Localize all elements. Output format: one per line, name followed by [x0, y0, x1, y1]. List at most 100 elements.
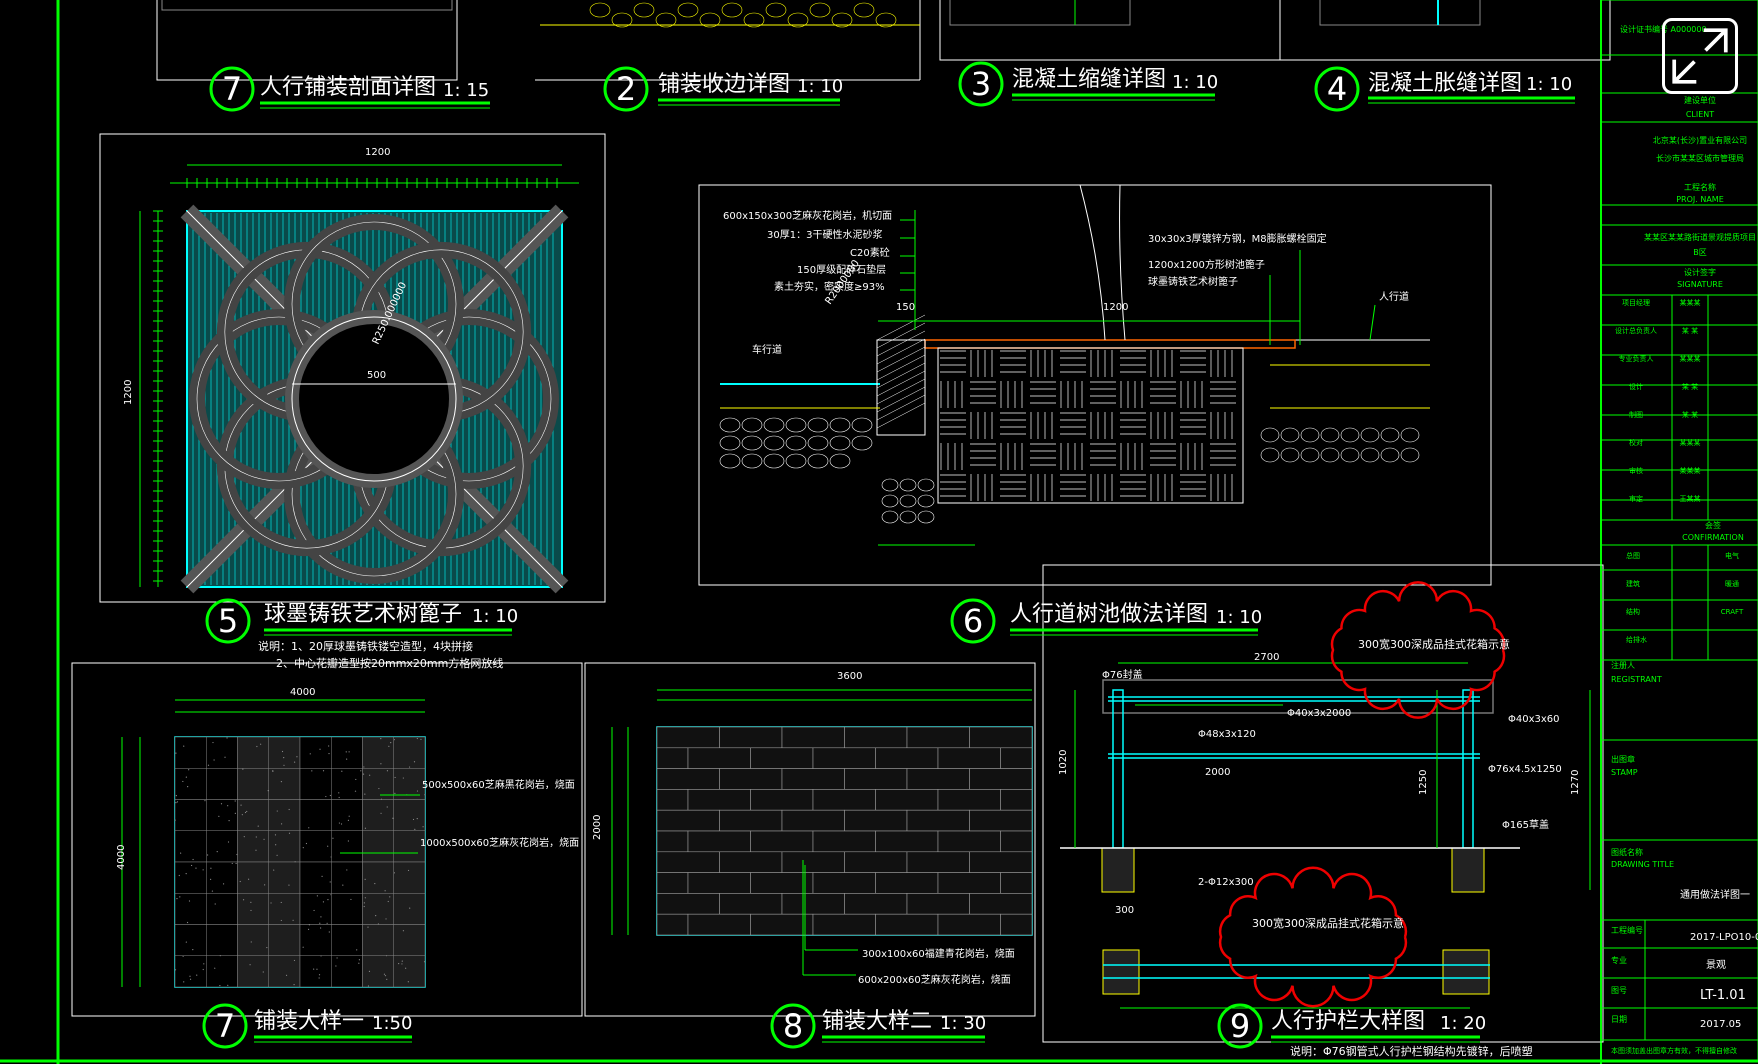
- tb-proj-cn: 工程名称: [1684, 182, 1716, 192]
- tb-drawno: LT-1.01: [1700, 988, 1746, 1003]
- detail-6-title: 人行道树池做法详图: [1010, 602, 1208, 627]
- grate-dim-500: 500: [367, 370, 386, 381]
- detail-5-scale: 1: 10: [472, 606, 518, 627]
- tb-client-name-1: 北京某(长沙)置业有限公司: [1653, 135, 1747, 145]
- detail-6-scale: 1: 10: [1216, 607, 1262, 628]
- sec6-label-2: C20素砼: [850, 246, 890, 259]
- detail-5-note-1: 说明：1、20厚球墨铸铁镂空造型，4块拼接: [258, 639, 473, 653]
- tb-role: 设计: [1629, 382, 1643, 391]
- detail-9-scale: 1: 20: [1440, 1013, 1486, 1034]
- tb-sig-en: SIGNATURE: [1677, 280, 1723, 289]
- tb-registrant-en: REGISTRANT: [1611, 675, 1662, 684]
- detail-9-title: 人行护栏大样图: [1271, 1009, 1425, 1034]
- tb-confirm-row: 给排水: [1626, 635, 1647, 644]
- tb-registrant-cn: 注册人: [1611, 660, 1635, 670]
- detail-8-scale: 1: 30: [940, 1013, 986, 1034]
- railing-detail: [1043, 565, 1603, 1042]
- tb-role-name: 某某某: [1680, 439, 1701, 447]
- grate-dim-left: 1200: [123, 380, 134, 405]
- detail-5-title: 球墨铸铁艺术树篦子: [264, 602, 462, 627]
- rail-label-7: 2-Φ12x300: [1198, 877, 1254, 888]
- tb-role-name: 某 某: [1682, 327, 1698, 335]
- tb-role-name: 某 某: [1682, 383, 1698, 391]
- tb-confirm-right: 电气: [1725, 551, 1739, 560]
- tb-proj-sub: B区: [1693, 248, 1707, 257]
- rail-cloud-1-text: 300宽300深成品挂式花箱示意: [1358, 637, 1510, 651]
- rail-cloud-2-text: 300宽300深成品挂式花箱示意: [1252, 916, 1404, 930]
- detail-6-number: 6: [963, 602, 983, 640]
- detail-5-note-2: 2、中心花瓣造型按20mmx20mm方格网放线: [276, 656, 503, 670]
- pave7-label-2: 1000x500x60芝麻灰花岗岩，烧面: [420, 836, 579, 849]
- sec6-label-right-3: 球墨铸铁艺术树篦子: [1148, 275, 1238, 288]
- pave8-label-2: 600x200x60芝麻灰花岗岩，烧面: [858, 973, 1011, 986]
- detail-1-title: 人行铺装剖面详图: [260, 75, 436, 100]
- tb-role-name: 某某某: [1680, 467, 1701, 475]
- railing-labels: Φ76封盖 Φ40x3x2000 Φ48x3x120 2000 Φ40x3x60…: [1058, 637, 1581, 930]
- detail-2-title: 铺装收边详图: [658, 72, 790, 97]
- detail-9-note: 说明：Φ76钢管式人行护栏钢结构先镀锌，后喷塑: [1290, 1044, 1533, 1058]
- expand-icon[interactable]: [1662, 18, 1738, 94]
- tb-stamp-en: STAMP: [1611, 768, 1638, 777]
- tb-major-label: 专业: [1611, 955, 1627, 965]
- detail-4-number: 4: [1327, 70, 1347, 108]
- detail-8-title: 铺装大样二: [822, 1009, 932, 1034]
- tb-role: 项目经理: [1622, 298, 1650, 307]
- rail-label-3: 2000: [1205, 767, 1230, 778]
- pave8-dim-left: 2000: [592, 815, 603, 840]
- tb-major: 景观: [1706, 959, 1726, 971]
- rail-label-8: 2700: [1254, 652, 1279, 663]
- tb-role: 审核: [1629, 466, 1643, 475]
- rail-label-6: Φ165草盖: [1502, 818, 1549, 831]
- tb-role: 校对: [1629, 438, 1643, 447]
- rail-label-2: Φ48x3x120: [1198, 729, 1256, 740]
- rail-label-4: Φ40x3x60: [1508, 714, 1560, 725]
- tb-sig-cn: 设计签字: [1684, 267, 1716, 277]
- grate-dim-top: 1200: [365, 147, 390, 158]
- detail-1-scale: 1: 15: [443, 80, 489, 101]
- sec6-label-0: 600x150x300芝麻灰花岗岩，机切面: [723, 209, 892, 222]
- detail-7-scale: 1:50: [372, 1013, 412, 1034]
- cad-drawing-canvas: 项目经理 某某某设计总负责人某 某专业负责人 某某某设计某 某制图某 某校对 某某某审…: [0, 0, 1758, 1064]
- detail-2-number: 2: [616, 70, 636, 108]
- tb-role-name: 某 某: [1682, 411, 1698, 419]
- rail-label-9: 1020: [1058, 750, 1069, 775]
- detail-4-title: 混凝土胀缝详图: [1368, 71, 1522, 96]
- rail-label-12: 300: [1115, 905, 1134, 916]
- detail-7-title: 铺装大样一: [254, 1009, 364, 1034]
- tb-proj-name: 某某区某某路街道景观提质项目: [1644, 232, 1756, 242]
- detail-4-scale: 1: 10: [1526, 74, 1572, 95]
- tb-drawno-label: 图号: [1611, 986, 1627, 995]
- tb-role-name: 某某某: [1680, 299, 1701, 307]
- tb-confirm-row: 总图: [1626, 551, 1640, 560]
- tb-client-en: CLIENT: [1686, 110, 1714, 119]
- tree-pit-section: [699, 185, 1491, 585]
- sec6-label-right-2: 1200x1200方形树池篦子: [1148, 258, 1265, 271]
- pave7-label-1: 500x500x60芝麻黑花岗岩，烧面: [422, 778, 575, 791]
- tb-confirm-en: CONFIRMATION: [1682, 533, 1744, 542]
- rail-label-10: 1250: [1418, 770, 1429, 795]
- detail-3-scale: 1: 10: [1172, 72, 1218, 93]
- sec6-label-1: 30厚1：3干硬性水泥砂浆: [767, 228, 882, 241]
- sec6-label-right-1: 30x30x3厚镀锌方钢，M8膨胀螺栓固定: [1148, 232, 1327, 245]
- tb-confirm-cn: 会签: [1705, 520, 1721, 530]
- detail-5-number: 5: [218, 602, 238, 640]
- tb-role: 设计总负责人: [1615, 326, 1657, 335]
- tb-confirm-right: CRAFT: [1721, 608, 1744, 616]
- top-details: [157, 0, 1610, 80]
- tb-stamp-cn: 出图章: [1611, 754, 1635, 764]
- tb-dtitle: 通用做法详图一: [1680, 888, 1750, 901]
- detail-7-number: 7: [215, 1007, 235, 1045]
- rail-label-5: Φ76x4.5x1250: [1488, 764, 1562, 775]
- detail-9-number: 9: [1230, 1007, 1250, 1045]
- pave8-dim-top: 3600: [837, 671, 862, 682]
- tb-role-name: 王某某: [1680, 495, 1701, 503]
- tb-role: 制图: [1629, 410, 1643, 419]
- section-6-labels: 600x150x300芝麻灰花岗岩，机切面 30厚1：3干硬性水泥砂浆 C20素…: [723, 209, 1409, 356]
- tb-projno-label: 工程编号: [1611, 925, 1643, 935]
- detail-1-number: 7: [222, 70, 242, 108]
- detail-8-number: 8: [783, 1007, 803, 1045]
- tb-role: 审定: [1629, 494, 1643, 503]
- tb-client-cn: 建设单位: [1684, 95, 1716, 105]
- tb-date: 2017.05: [1700, 1019, 1741, 1030]
- rail-label-0: Φ76封盖: [1102, 668, 1143, 681]
